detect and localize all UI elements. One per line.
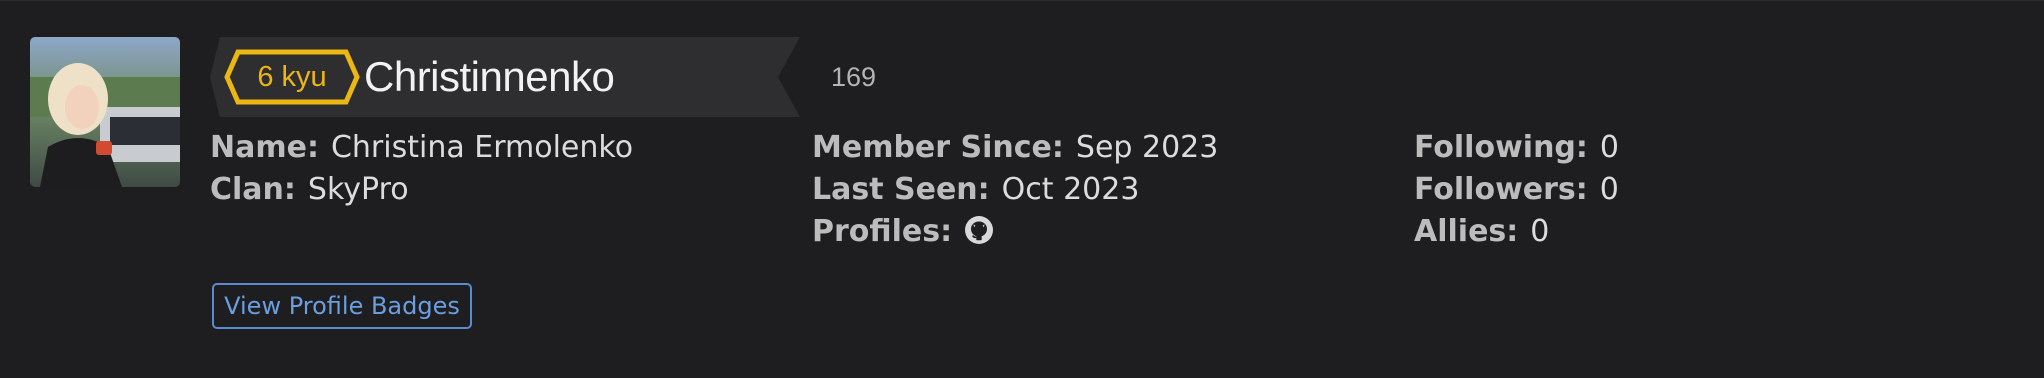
allies-label: Allies: [1414, 214, 1519, 249]
name-row: Name: Christina Ermolenko [210, 127, 633, 169]
followers-row[interactable]: Followers: 0 [1414, 169, 1619, 211]
clan-label: Clan: [210, 172, 296, 207]
allies-row[interactable]: Allies: 0 [1414, 211, 1619, 253]
username: Christinnenko [364, 53, 615, 100]
name-label: Name: [210, 130, 319, 165]
last-seen-label: Last Seen: [812, 172, 990, 207]
rank-label: 6 kyu [257, 61, 327, 93]
details-column-identity: Name: Christina Ermolenko Clan: SkyPro [210, 127, 633, 211]
following-label: Following: [1414, 130, 1588, 165]
followers-label: Followers: [1414, 172, 1588, 207]
member-since-label: Member Since: [812, 130, 1064, 165]
honor-score: 169 [831, 62, 877, 92]
last-seen-value: Oct 2023 [1001, 172, 1140, 207]
profile-card: 6 kyu Christinnenko 169 Name: Christina E… [0, 0, 2044, 378]
avatar[interactable] [30, 37, 180, 187]
name-value: Christina Ermolenko [330, 130, 634, 165]
member-since-value: Sep 2023 [1075, 130, 1219, 165]
following-row[interactable]: Following: 0 [1414, 127, 1619, 169]
last-seen-row: Last Seen: Oct 2023 [812, 169, 1218, 211]
profiles-row: Profiles: [812, 211, 1218, 253]
member-since-row: Member Since: Sep 2023 [812, 127, 1218, 169]
user-banner: 6 kyu Christinnenko [210, 37, 800, 117]
followers-value: 0 [1599, 172, 1619, 207]
github-icon[interactable] [964, 215, 994, 245]
allies-value: 0 [1530, 214, 1550, 249]
details-column-activity: Member Since: Sep 2023 Last Seen: Oct 2023… [812, 127, 1218, 253]
profiles-label: Profiles: [812, 214, 953, 249]
clan-row: Clan: SkyPro [210, 169, 633, 211]
rank-badge[interactable]: 6 kyu [224, 49, 360, 105]
following-value: 0 [1599, 130, 1619, 165]
view-profile-badges-button[interactable]: View Profile Badges [212, 283, 472, 329]
details-column-social: Following: 0 Followers: 0 Allies: 0 [1414, 127, 1619, 253]
clan-value: SkyPro [307, 172, 409, 207]
